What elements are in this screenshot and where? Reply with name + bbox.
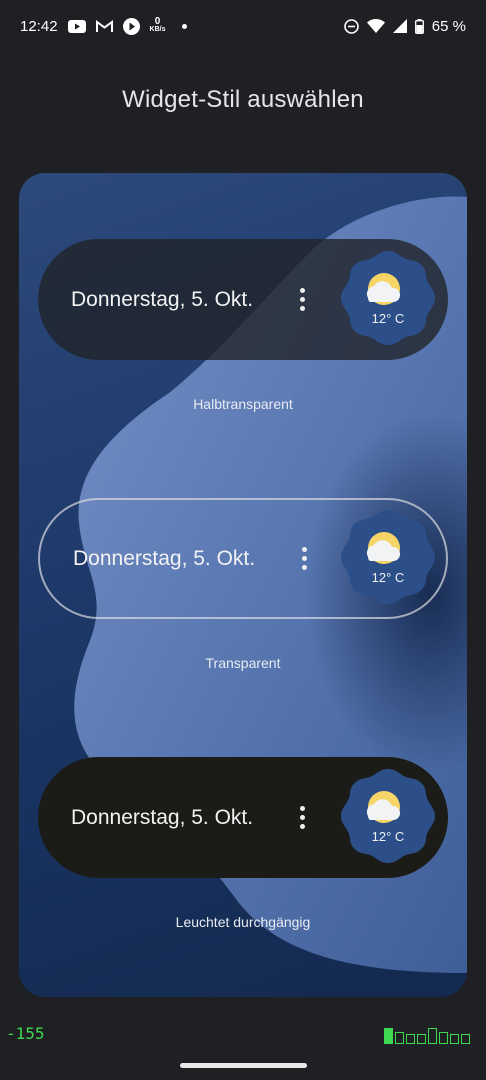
gmail-icon	[95, 19, 113, 33]
more-options-icon[interactable]	[296, 544, 312, 574]
widget-date: Donnerstag, 5. Okt.	[71, 805, 254, 829]
notification-dot	[181, 23, 187, 29]
home-gesture-bar[interactable]	[180, 1063, 307, 1068]
battery-percent: 65 %	[431, 17, 466, 35]
more-options-icon[interactable]	[294, 803, 310, 833]
widget-style-solid[interactable]: Donnerstag, 5. Okt. 12° C	[38, 757, 448, 878]
network-speed: 0 KB/s	[149, 16, 166, 34]
widget-temperature: 12° C	[371, 311, 405, 326]
dnd-icon	[343, 18, 359, 34]
page-title: Widget-Stil auswählen	[122, 86, 364, 113]
widget-temperature: 12° C	[371, 570, 405, 585]
weather-bubble: 12° C	[338, 248, 438, 348]
widget-style-transparent[interactable]: Donnerstag, 5. Okt. 12° C	[38, 498, 448, 619]
widget-date: Donnerstag, 5. Okt.	[73, 546, 256, 570]
network-speed-value: 0	[154, 16, 161, 27]
weather-bubble: 12° C	[338, 766, 438, 866]
weather-bubble: 12° C	[338, 507, 438, 607]
network-speed-unit: KB/s	[149, 26, 166, 33]
widget-date: Donnerstag, 5. Okt.	[71, 287, 254, 311]
more-options-icon[interactable]	[294, 285, 310, 315]
widget-style-preview: Donnerstag, 5. Okt. 12° C Halbtransparen…	[19, 173, 467, 997]
style-label-transparent: Transparent	[205, 655, 281, 671]
style-label-solid: Leuchtet durchgängig	[175, 914, 311, 930]
play-icon	[122, 17, 140, 35]
signal-icon	[392, 19, 407, 33]
status-time: 12:42	[20, 17, 58, 35]
style-label-semi-transparent: Halbtransparent	[193, 396, 293, 412]
status-bar: 12:42 0 KB/s 65 %	[0, 0, 486, 52]
partly-cloudy-icon	[341, 769, 435, 863]
widget-style-semi-transparent[interactable]: Donnerstag, 5. Okt. 12° C	[38, 239, 448, 360]
debug-overlay-bars	[384, 1028, 470, 1044]
youtube-icon	[67, 19, 86, 33]
debug-overlay-value: -155	[6, 1024, 45, 1043]
partly-cloudy-icon	[341, 251, 435, 345]
battery-icon	[414, 18, 424, 34]
widget-temperature: 12° C	[371, 829, 405, 844]
partly-cloudy-icon	[341, 510, 435, 604]
wifi-icon	[366, 19, 385, 33]
